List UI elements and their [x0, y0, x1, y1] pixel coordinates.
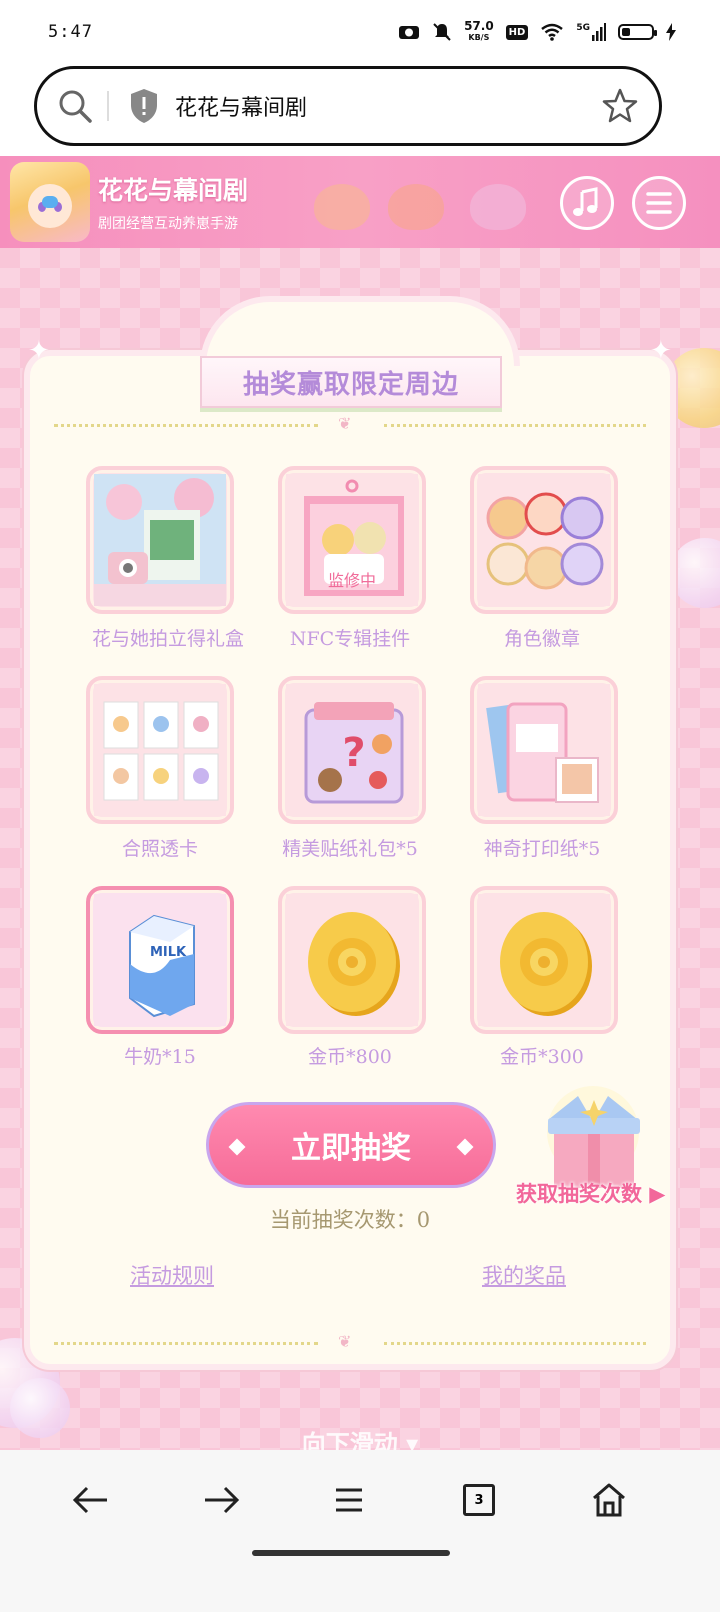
- status-icons: 57.0 KB/S HD 5G: [398, 19, 676, 43]
- prize-label: 花与她拍立得礼盒: [91, 628, 244, 650]
- battery-icon: [618, 24, 657, 40]
- music-button[interactable]: [560, 176, 614, 230]
- home-button[interactable]: [582, 1474, 636, 1526]
- bubble-decoration: [670, 538, 720, 608]
- prize-label: 精美贴纸礼包*5: [282, 838, 418, 860]
- bow-icon: ❦: [338, 414, 352, 433]
- divider-line: [384, 1342, 646, 1345]
- address-divider: [107, 91, 109, 121]
- browser-bottom-nav: 3: [0, 1450, 720, 1612]
- menu-button[interactable]: [632, 176, 686, 230]
- prize-label: 合照透卡: [121, 838, 198, 860]
- prize-print-paper[interactable]: [470, 676, 618, 824]
- charging-icon: [666, 23, 676, 41]
- divider-line: [54, 1342, 318, 1345]
- photo-card-image: [94, 684, 226, 816]
- prize-gold-300[interactable]: [470, 886, 618, 1034]
- music-note-icon: [573, 187, 598, 216]
- instax-giftbox-image: [94, 474, 226, 606]
- diamond-icon: [228, 1138, 246, 1156]
- chibi-decoration: [388, 184, 444, 230]
- gold-coin-icon: [478, 894, 610, 1026]
- prize-label: 牛奶*15: [124, 1046, 196, 1068]
- prize-label: NFC专辑挂件: [289, 628, 411, 650]
- prize-character-badge[interactable]: [470, 466, 618, 614]
- milk-label: MILK: [150, 945, 187, 960]
- milk-carton-image: MILK: [94, 894, 226, 1026]
- prize-label: 神奇打印纸*5: [483, 838, 601, 860]
- divider-line: [54, 424, 318, 427]
- arrow-right-icon: [205, 1486, 240, 1514]
- shield-icon[interactable]: [129, 88, 159, 124]
- sticker-pack-image: ?: [286, 684, 418, 816]
- prize-label: 角色徽章: [503, 628, 580, 650]
- draw-now-button[interactable]: 立即抽奖: [206, 1102, 496, 1188]
- lottery-banner: 抽奖赢取限定周边: [200, 356, 502, 408]
- forward-button[interactable]: [194, 1474, 248, 1526]
- divider-line: [384, 424, 646, 427]
- prize-label: 金币*300: [500, 1046, 584, 1068]
- bubble-decoration: [10, 1378, 70, 1438]
- signal-5g: 5G: [576, 23, 606, 41]
- net-speed: 57.0 KB/S: [464, 19, 494, 42]
- prize-label: 金币*800: [308, 1046, 392, 1068]
- hamburger-icon: [646, 192, 672, 214]
- banner-title: 抽奖赢取限定周边: [242, 369, 459, 400]
- site-subtitle: 剧团经营互动养崽手游: [98, 216, 238, 232]
- address-text[interactable]: 花花与幕间剧: [175, 90, 601, 122]
- back-button[interactable]: [64, 1474, 118, 1526]
- gift-box-icon[interactable]: [528, 1082, 658, 1192]
- chibi-decoration: [470, 184, 526, 230]
- app-logo[interactable]: [10, 162, 90, 242]
- search-icon[interactable]: [57, 88, 93, 124]
- rules-link[interactable]: 活动规则: [130, 1260, 214, 1290]
- character-badge-image: [478, 474, 610, 606]
- menu-icon: [336, 1488, 362, 1512]
- prize-photo-card[interactable]: [86, 676, 234, 824]
- signal-icon: [592, 23, 606, 41]
- prize-sticker-pack[interactable]: ?: [278, 676, 426, 824]
- home-indicator: [252, 1550, 450, 1556]
- sparkle-icon: ✦: [28, 336, 50, 366]
- draw-count: 当前抽奖次数：0: [269, 1208, 431, 1232]
- svg-text:?: ?: [342, 730, 365, 776]
- tab-count: 3: [463, 1484, 495, 1516]
- reviewing-mark: 监修中: [328, 571, 376, 590]
- hd-badge: HD: [505, 24, 529, 40]
- address-bar[interactable]: 花花与幕间剧: [34, 66, 662, 146]
- home-icon: [593, 1483, 625, 1517]
- prize-gold-800[interactable]: [278, 886, 426, 1034]
- prize-milk[interactable]: MILK: [86, 886, 234, 1034]
- mute-bell-icon: [433, 23, 451, 41]
- wifi-icon: [541, 23, 564, 41]
- chibi-decoration: [314, 184, 370, 230]
- status-time: 5:47: [48, 22, 93, 42]
- bow-icon: ❦: [338, 1332, 352, 1351]
- get-chances-link[interactable]: 获取抽奖次数 ▶: [516, 1178, 665, 1208]
- print-paper-image: [478, 684, 610, 816]
- camera-off-icon: [399, 26, 420, 39]
- site-title-block: 花花与幕间剧 剧团经营互动养崽手游: [98, 171, 248, 233]
- bookmark-star-icon[interactable]: [601, 87, 639, 125]
- nfc-album-image: 监修中: [286, 474, 418, 606]
- menu-nav-button[interactable]: [322, 1474, 376, 1526]
- status-bar: 5:47 57.0 KB/S HD 5G: [0, 0, 720, 64]
- prize-nfc-album[interactable]: 监修中: [278, 466, 426, 614]
- sparkle-icon: ✦: [650, 336, 672, 366]
- arrow-left-icon: [72, 1486, 107, 1514]
- my-prizes-link[interactable]: 我的奖品: [482, 1260, 566, 1290]
- prize-instax-giftbox[interactable]: [86, 466, 234, 614]
- draw-button-label: 立即抽奖: [291, 1131, 411, 1166]
- diamond-icon: [456, 1138, 474, 1156]
- tabs-button[interactable]: 3: [452, 1474, 506, 1526]
- gold-coin-icon: [286, 894, 418, 1026]
- site-title: 花花与幕间剧: [98, 176, 249, 205]
